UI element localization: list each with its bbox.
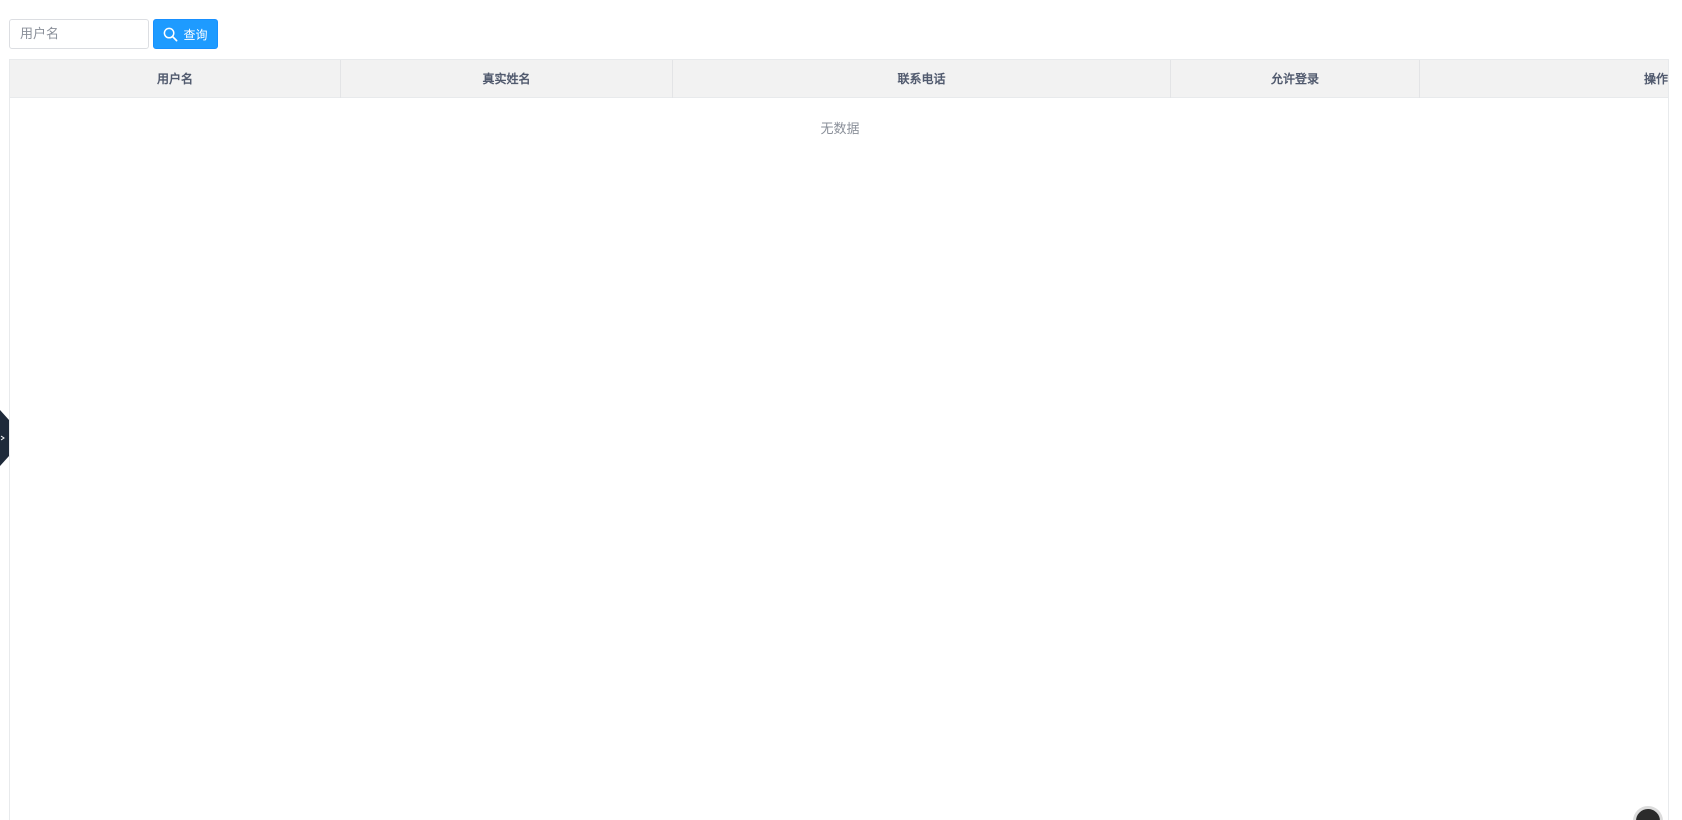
column-header-actions[interactable]: 操作 xyxy=(1420,60,1668,98)
sidebar-collapse-tab[interactable] xyxy=(0,410,9,466)
table-header: 用户名 真实姓名 联系电话 允许登录 操作 xyxy=(10,60,1668,98)
username-search-input[interactable] xyxy=(9,19,149,49)
query-button-label: 查询 xyxy=(183,27,208,42)
column-header-allow-login[interactable]: 允许登录 xyxy=(1171,60,1420,98)
column-header-username[interactable]: 用户名 xyxy=(10,60,341,98)
empty-state-text: 无数据 xyxy=(820,122,860,137)
user-table: 用户名 真实姓名 联系电话 允许登录 操作 无数据 xyxy=(9,59,1669,820)
search-icon xyxy=(163,27,178,42)
query-button[interactable]: 查询 xyxy=(153,19,218,49)
column-header-phone[interactable]: 联系电话 xyxy=(673,60,1171,98)
search-toolbar: 查询 xyxy=(9,19,218,49)
page: 查询 用户名 真实姓名 联系电话 允许登录 操作 无数据 xyxy=(0,0,1682,820)
chevron-left-icon xyxy=(0,410,9,466)
column-header-real-name[interactable]: 真实姓名 xyxy=(341,60,673,98)
